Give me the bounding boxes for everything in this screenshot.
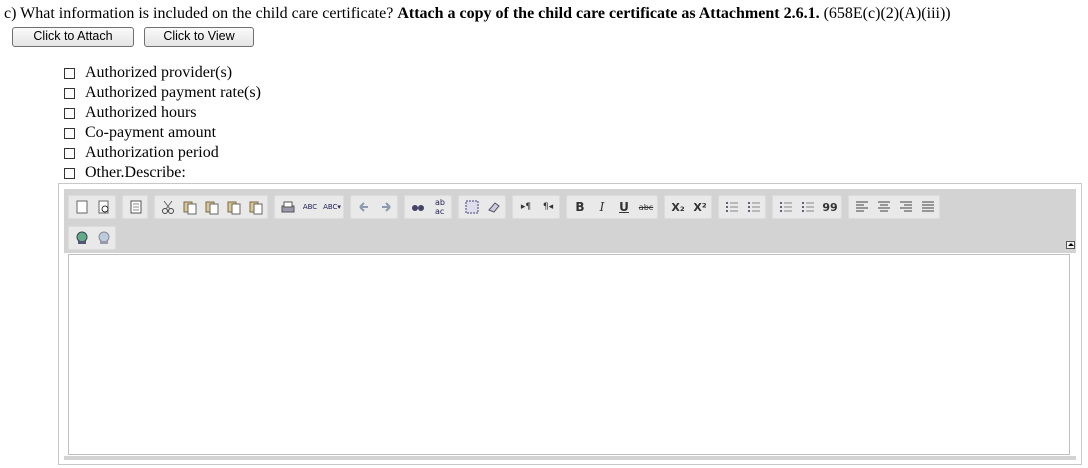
justify-icon[interactable] (917, 196, 939, 218)
undo-icon[interactable] (353, 196, 375, 218)
templates-icon[interactable] (125, 196, 147, 218)
option-list: Authorized provider(s) Authorized paymen… (64, 63, 261, 183)
rtl-icon[interactable]: ¶◂ (537, 196, 559, 218)
click-to-attach-button[interactable]: Click to Attach (12, 27, 134, 47)
toolbar-group: ▸¶ ¶◂ (512, 195, 560, 219)
question-suffix: (658E(c)(2)(A)(iii)) (819, 5, 951, 22)
option-authorized-hours: Authorized hours (64, 103, 261, 123)
option-co-payment-amount: Co-payment amount (64, 123, 261, 143)
toolbar-group: B I Uabc (566, 195, 658, 219)
paste-text-icon[interactable] (223, 196, 245, 218)
option-other-describe: Other.Describe: (64, 163, 261, 183)
checkbox[interactable] (64, 167, 75, 179)
editor-bottom-bar (64, 456, 1076, 460)
numbered-list-icon[interactable] (721, 196, 743, 218)
subscript-icon[interactable]: X₂ (667, 196, 689, 218)
paste-icon[interactable] (201, 196, 223, 218)
editor-content-area[interactable] (68, 254, 1070, 455)
cut-icon[interactable] (157, 196, 179, 218)
option-label: Co-payment amount (85, 124, 217, 141)
print-icon[interactable] (277, 196, 299, 218)
strike-icon[interactable]: abc (635, 196, 657, 218)
option-authorized-providers: Authorized provider(s) (64, 63, 261, 83)
find-icon[interactable] (407, 196, 429, 218)
option-label: Authorized payment rate(s) (85, 84, 261, 101)
paste-word-icon[interactable] (245, 196, 267, 218)
toolbar-group (350, 195, 398, 219)
rich-text-editor: ABC ABC▾ ab ac ▸¶ ¶◂ B I Uabc X₂ X² 99 (58, 183, 1082, 465)
checkbox[interactable] (64, 127, 75, 139)
option-label: Authorized provider(s) (85, 64, 233, 81)
question-prefix: c) What information is included on the c… (4, 5, 398, 22)
spellcheck-dropdown-icon[interactable]: ABC▾ (321, 196, 343, 218)
outdent-icon[interactable] (775, 196, 797, 218)
toolbar-group (68, 226, 116, 250)
select-all-icon[interactable] (461, 196, 483, 218)
toolbar-group (458, 195, 506, 219)
align-center-icon[interactable] (873, 196, 895, 218)
checkbox[interactable] (64, 67, 75, 79)
unlink-icon[interactable] (93, 227, 115, 249)
indent-icon[interactable] (797, 196, 819, 218)
blockquote-icon[interactable]: 99 (819, 196, 841, 218)
bold-icon[interactable]: B (569, 196, 591, 218)
toolbar-group: X₂ X² (664, 195, 712, 219)
copy-icon[interactable] (179, 196, 201, 218)
click-to-view-button[interactable]: Click to View (144, 27, 254, 47)
checkbox[interactable] (64, 87, 75, 99)
align-left-icon[interactable] (851, 196, 873, 218)
toolbar-group: ab ac (404, 195, 452, 219)
toolbar-group (122, 195, 148, 219)
toolbar-group (68, 195, 116, 219)
remove-format-icon[interactable] (483, 196, 505, 218)
option-label: Authorization period (85, 144, 219, 161)
bulleted-list-icon[interactable] (743, 196, 765, 218)
collapse-toolbar-icon[interactable] (1066, 241, 1075, 249)
new-page-icon[interactable] (71, 196, 93, 218)
preview-icon[interactable] (93, 196, 115, 218)
toolbar-group: 99 (772, 195, 842, 219)
underline-icon[interactable]: U (613, 196, 635, 218)
italic-icon[interactable]: I (591, 196, 613, 218)
toolbar-group: ABC ABC▾ (274, 195, 344, 219)
link-icon[interactable] (71, 227, 93, 249)
ltr-icon[interactable]: ▸¶ (515, 196, 537, 218)
option-label: Authorized hours (85, 104, 197, 121)
option-authorization-period: Authorization period (64, 143, 261, 163)
option-label: Other.Describe: (85, 164, 186, 181)
editor-toolbar: ABC ABC▾ ab ac ▸¶ ¶◂ B I Uabc X₂ X² 99 (64, 189, 1076, 253)
spellcheck-icon[interactable]: ABC (299, 196, 321, 218)
checkbox[interactable] (64, 147, 75, 159)
align-right-icon[interactable] (895, 196, 917, 218)
redo-icon[interactable] (375, 196, 397, 218)
checkbox[interactable] (64, 107, 75, 119)
superscript-icon[interactable]: X² (689, 196, 711, 218)
option-authorized-payment-rates: Authorized payment rate(s) (64, 83, 261, 103)
question-bold: Attach a copy of the child care certific… (397, 5, 820, 22)
toolbar-group (718, 195, 766, 219)
question-text: c) What information is included on the c… (4, 5, 951, 23)
replace-icon[interactable]: ab ac (429, 196, 451, 218)
toolbar-group (154, 195, 268, 219)
toolbar-group (848, 195, 940, 219)
